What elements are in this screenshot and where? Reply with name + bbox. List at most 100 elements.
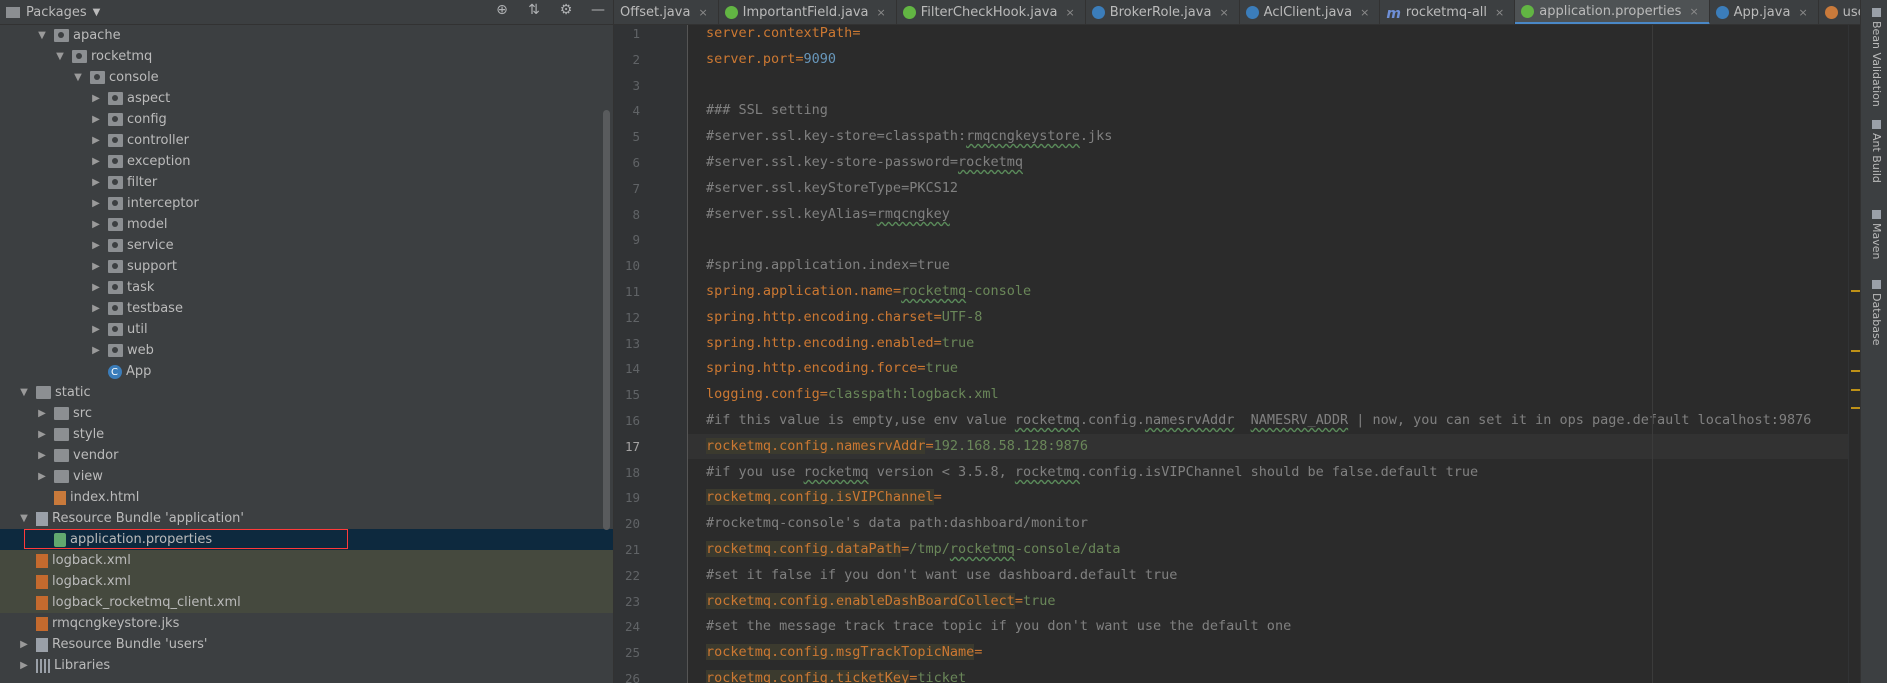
- code-line[interactable]: #if you use rocketmq version < 3.5.8, ro…: [688, 460, 1860, 485]
- code-line[interactable]: server.contextPath=: [688, 21, 1860, 46]
- tree-item[interactable]: ▶ aspect: [0, 88, 613, 109]
- tree-item[interactable]: ▶ util: [0, 319, 613, 340]
- tree-item[interactable]: ▶ testbase: [0, 298, 613, 319]
- code-line[interactable]: rocketmq.config.isVIPChannel=: [688, 485, 1860, 510]
- tree-item[interactable]: ▼ rocketmq: [0, 46, 613, 67]
- code-line[interactable]: rocketmq.config.dataPath=/tmp/rocketmq-c…: [688, 537, 1860, 562]
- warning-marker[interactable]: [1851, 370, 1860, 372]
- chevron-right-icon[interactable]: ▶: [36, 403, 48, 424]
- tree-item[interactable]: ▶ Resource Bundle 'users': [0, 634, 613, 655]
- code-line[interactable]: server.port=9090: [688, 47, 1860, 72]
- code-line[interactable]: rocketmq.config.enableDashBoardCollect=t…: [688, 589, 1860, 614]
- code-line[interactable]: spring.http.encoding.force=true: [688, 356, 1860, 381]
- tree-item[interactable]: ▼ console: [0, 67, 613, 88]
- tree-item[interactable]: index.html: [0, 487, 613, 508]
- chevron-right-icon[interactable]: ▶: [90, 277, 102, 298]
- code-line[interactable]: #server.ssl.keyStoreType=PKCS12: [688, 176, 1860, 201]
- tree-item[interactable]: ▶ config: [0, 109, 613, 130]
- close-icon[interactable]: ×: [1219, 6, 1228, 19]
- tree-item[interactable]: ▶ controller: [0, 130, 613, 151]
- warning-marker[interactable]: [1851, 290, 1860, 292]
- tool-window-tab[interactable]: Ant Build: [1870, 120, 1883, 183]
- tool-window-tab[interactable]: Maven: [1870, 210, 1883, 259]
- chevron-right-icon[interactable]: ▶: [90, 235, 102, 256]
- tree-item[interactable]: application.properties: [0, 529, 613, 550]
- code-line[interactable]: rocketmq.config.ticketKey=ticket: [688, 666, 1860, 683]
- project-panel-scrollbar[interactable]: [603, 110, 610, 530]
- chevron-down-icon[interactable]: ▼: [54, 46, 66, 67]
- tree-item[interactable]: ▶ vendor: [0, 445, 613, 466]
- warning-marker[interactable]: [1851, 350, 1860, 352]
- close-icon[interactable]: ×: [1065, 6, 1074, 19]
- code-line[interactable]: rocketmq.config.namesrvAddr=192.168.58.1…: [688, 434, 1860, 459]
- code-line[interactable]: [688, 73, 1860, 98]
- tree-item[interactable]: ▼ Resource Bundle 'application': [0, 508, 613, 529]
- chevron-right-icon[interactable]: ▶: [90, 151, 102, 172]
- chevron-right-icon[interactable]: ▶: [90, 88, 102, 109]
- chevron-down-icon[interactable]: ▼: [18, 508, 30, 529]
- tree-item[interactable]: rmqcngkeystore.jks: [0, 613, 613, 634]
- chevron-down-icon[interactable]: ▼: [93, 7, 101, 18]
- code-line[interactable]: #spring.application.index=true: [688, 253, 1860, 278]
- tree-item[interactable]: logback.xml: [0, 571, 613, 592]
- chevron-right-icon[interactable]: ▶: [90, 130, 102, 151]
- chevron-right-icon[interactable]: ▶: [18, 655, 30, 676]
- tree-item[interactable]: ▼ static: [0, 382, 613, 403]
- error-stripe[interactable]: [1848, 25, 1860, 683]
- code-line[interactable]: #server.ssl.key-store-password=rocketmq: [688, 150, 1860, 175]
- view-selector[interactable]: Packages: [26, 5, 87, 20]
- tree-item[interactable]: logback.xml: [0, 550, 613, 571]
- close-icon[interactable]: ×: [876, 6, 885, 19]
- crosshair-icon[interactable]: ⊕: [493, 2, 511, 18]
- chevron-down-icon[interactable]: ▼: [72, 67, 84, 88]
- tree-item[interactable]: ▶ style: [0, 424, 613, 445]
- code-line[interactable]: spring.http.encoding.enabled=true: [688, 331, 1860, 356]
- chevron-right-icon[interactable]: ▶: [90, 109, 102, 130]
- code-line[interactable]: ### SSL setting: [688, 98, 1860, 123]
- chevron-right-icon[interactable]: ▶: [36, 466, 48, 487]
- code-line[interactable]: #server.ssl.key-store=classpath:rmqcngke…: [688, 124, 1860, 149]
- tree-item[interactable]: ▶ web: [0, 340, 613, 361]
- tree-item[interactable]: ▶ model: [0, 214, 613, 235]
- chevron-right-icon[interactable]: ▶: [18, 634, 30, 655]
- code-editor[interactable]: server.contextPath= server.port=9090 ### S…: [688, 25, 1860, 683]
- code-line[interactable]: #if this value is empty,use env value ro…: [688, 408, 1860, 433]
- warning-marker[interactable]: [1851, 407, 1860, 409]
- code-line[interactable]: spring.application.name=rocketmq-console: [688, 279, 1860, 304]
- tree-item[interactable]: ▶ service: [0, 235, 613, 256]
- chevron-right-icon[interactable]: ▶: [90, 214, 102, 235]
- close-icon[interactable]: ×: [1798, 6, 1807, 19]
- tree-item[interactable]: ▶ interceptor: [0, 193, 613, 214]
- chevron-down-icon[interactable]: ▼: [36, 25, 48, 46]
- chevron-right-icon[interactable]: ▶: [90, 172, 102, 193]
- tree-item[interactable]: ▶ filter: [0, 172, 613, 193]
- tree-item[interactable]: ▼ apache: [0, 25, 613, 46]
- warning-marker[interactable]: [1851, 389, 1860, 391]
- code-line[interactable]: #rocketmq-console's data path:dashboard/…: [688, 511, 1860, 536]
- tree-item[interactable]: ▶ src: [0, 403, 613, 424]
- tree-item[interactable]: ▶ Libraries: [0, 655, 613, 676]
- close-icon[interactable]: ×: [1689, 5, 1698, 18]
- close-icon[interactable]: ×: [1360, 6, 1369, 19]
- tree-item[interactable]: ▶ task: [0, 277, 613, 298]
- collapse-icon[interactable]: ⇅: [525, 2, 543, 18]
- chevron-right-icon[interactable]: ▶: [36, 445, 48, 466]
- chevron-down-icon[interactable]: ▼: [18, 382, 30, 403]
- tree-item[interactable]: ▶ view: [0, 466, 613, 487]
- chevron-right-icon[interactable]: ▶: [90, 193, 102, 214]
- code-line[interactable]: #set it false if you don't want use dash…: [688, 563, 1860, 588]
- code-line[interactable]: logging.config=classpath:logback.xml: [688, 382, 1860, 407]
- tool-window-tab[interactable]: Database: [1870, 280, 1883, 346]
- chevron-right-icon[interactable]: ▶: [90, 256, 102, 277]
- tool-window-tab[interactable]: Bean Validation: [1870, 8, 1883, 107]
- close-icon[interactable]: ×: [698, 6, 707, 19]
- tree-item[interactable]: logback_rocketmq_client.xml: [0, 592, 613, 613]
- tree-item[interactable]: ▶ support: [0, 256, 613, 277]
- gear-icon[interactable]: ⚙: [557, 2, 575, 18]
- tree-item[interactable]: ▶ exception: [0, 151, 613, 172]
- chevron-right-icon[interactable]: ▶: [90, 340, 102, 361]
- chevron-right-icon[interactable]: ▶: [90, 319, 102, 340]
- chevron-right-icon[interactable]: ▶: [36, 424, 48, 445]
- chevron-right-icon[interactable]: ▶: [90, 298, 102, 319]
- tree-item[interactable]: App: [0, 361, 613, 383]
